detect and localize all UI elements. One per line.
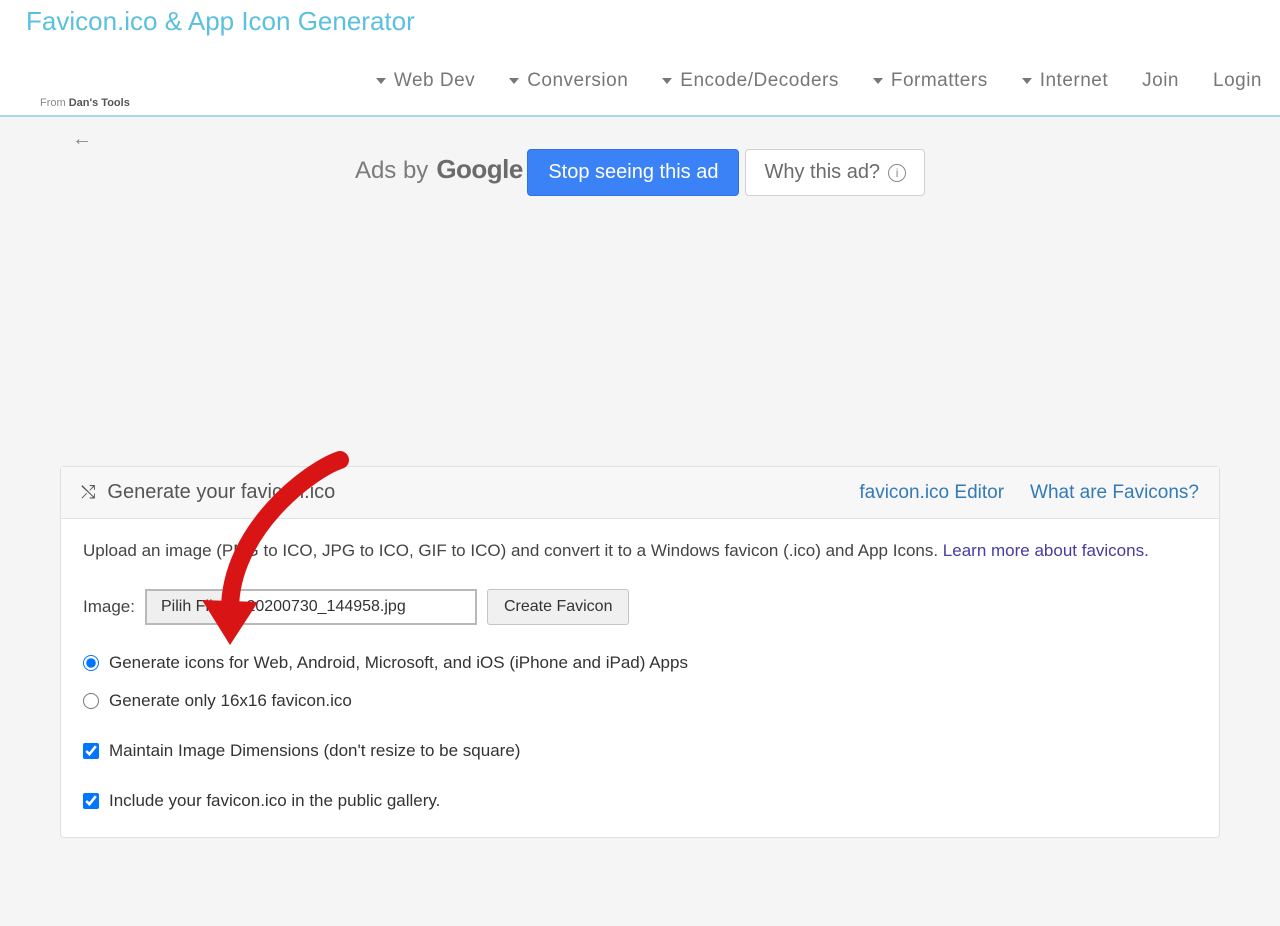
nav-label: Encode/Decoders	[680, 70, 839, 92]
radio-full-icons[interactable]	[83, 655, 99, 671]
caret-icon	[509, 78, 519, 84]
top-nav: Web Dev Conversion Encode/Decoders Forma…	[376, 70, 1262, 92]
google-logo: Google	[436, 154, 523, 185]
image-row: Image: Pilih File 20200730_144958.jpg Cr…	[83, 589, 1197, 625]
nav-label: Formatters	[891, 70, 988, 92]
nav-internet[interactable]: Internet	[1022, 70, 1108, 92]
ads-by-label: Ads by Google	[355, 154, 523, 185]
checkbox-public-gallery[interactable]	[83, 793, 99, 809]
what-are-favicons-link[interactable]: What are Favicons?	[1030, 482, 1199, 504]
panel-header-left: ⤭ Generate your favicon.ico	[81, 481, 335, 504]
caret-icon	[662, 78, 672, 84]
why-ad-button[interactable]: Why this ad? i	[745, 149, 925, 196]
caret-icon	[376, 78, 386, 84]
option-label: Generate icons for Web, Android, Microso…	[109, 653, 688, 673]
create-favicon-button[interactable]: Create Favicon	[487, 589, 630, 625]
nav-encode-decoders[interactable]: Encode/Decoders	[662, 70, 839, 92]
nav-web-dev[interactable]: Web Dev	[376, 70, 475, 92]
option-label: Include your favicon.ico in the public g…	[109, 791, 440, 811]
option-full-icons: Generate icons for Web, Android, Microso…	[83, 653, 1197, 673]
from-prefix: From	[40, 97, 69, 109]
file-choose-button: Pilih File	[147, 591, 236, 623]
option-maintain-dimensions: Maintain Image Dimensions (don't resize …	[83, 741, 1197, 761]
nav-label: Web Dev	[394, 70, 475, 92]
generator-panel: ⤭ Generate your favicon.ico favicon.ico …	[60, 466, 1220, 838]
description-line: Upload an image (PNG to ICO, JPG to ICO,…	[83, 539, 1197, 563]
panel-title: Generate your favicon.ico	[107, 481, 335, 504]
nav-label: Internet	[1040, 70, 1108, 92]
nav-label: Conversion	[527, 70, 628, 92]
nav-login[interactable]: Login	[1213, 70, 1262, 92]
ad-buttons: Stop seeing this ad Why this ad? i	[527, 149, 925, 196]
ads-by-text: Ads by	[355, 157, 428, 185]
nav-label: Login	[1213, 70, 1262, 92]
option-label: Generate only 16x16 favicon.ico	[109, 691, 352, 711]
nav-label: Join	[1142, 70, 1179, 92]
nav-formatters[interactable]: Formatters	[873, 70, 988, 92]
panel-body: Upload an image (PNG to ICO, JPG to ICO,…	[61, 519, 1219, 837]
learn-more-link[interactable]: Learn more about favicons.	[943, 541, 1149, 560]
back-arrow-icon[interactable]: ←	[72, 128, 92, 151]
ad-area: Ads by Google Stop seeing this ad Why th…	[56, 117, 1224, 466]
ad-spacer	[56, 196, 1224, 466]
option-label: Maintain Image Dimensions (don't resize …	[109, 741, 520, 761]
nav-join[interactable]: Join	[1142, 70, 1179, 92]
checkbox-maintain-dimensions[interactable]	[83, 743, 99, 759]
file-name-display: 20200730_144958.jpg	[236, 591, 415, 623]
option-public-gallery: Include your favicon.ico in the public g…	[83, 791, 1197, 811]
stop-ad-button[interactable]: Stop seeing this ad	[527, 149, 739, 196]
description-text: Upload an image (PNG to ICO, JPG to ICO,…	[83, 541, 943, 560]
site-title: Favicon.ico & App Icon Generator	[0, 0, 1280, 37]
option-16x16: Generate only 16x16 favicon.ico	[83, 691, 1197, 711]
nav-conversion[interactable]: Conversion	[509, 70, 628, 92]
shuffle-icon: ⤭	[81, 482, 95, 503]
image-label: Image:	[83, 597, 135, 617]
panel-header: ⤭ Generate your favicon.ico favicon.ico …	[61, 467, 1219, 519]
info-icon: i	[888, 164, 906, 182]
from-source: Dan's Tools	[69, 97, 130, 109]
top-bar: Favicon.ico & App Icon Generator From Da…	[0, 0, 1280, 117]
caret-icon	[1022, 78, 1032, 84]
panel-links: favicon.ico Editor What are Favicons?	[859, 482, 1199, 504]
from-line: From Dan's Tools	[40, 97, 130, 109]
favicon-editor-link[interactable]: favicon.ico Editor	[859, 482, 1004, 504]
radio-16x16[interactable]	[83, 693, 99, 709]
file-input[interactable]: Pilih File 20200730_144958.jpg	[145, 589, 477, 625]
caret-icon	[873, 78, 883, 84]
why-ad-label: Why this ad?	[764, 161, 880, 184]
